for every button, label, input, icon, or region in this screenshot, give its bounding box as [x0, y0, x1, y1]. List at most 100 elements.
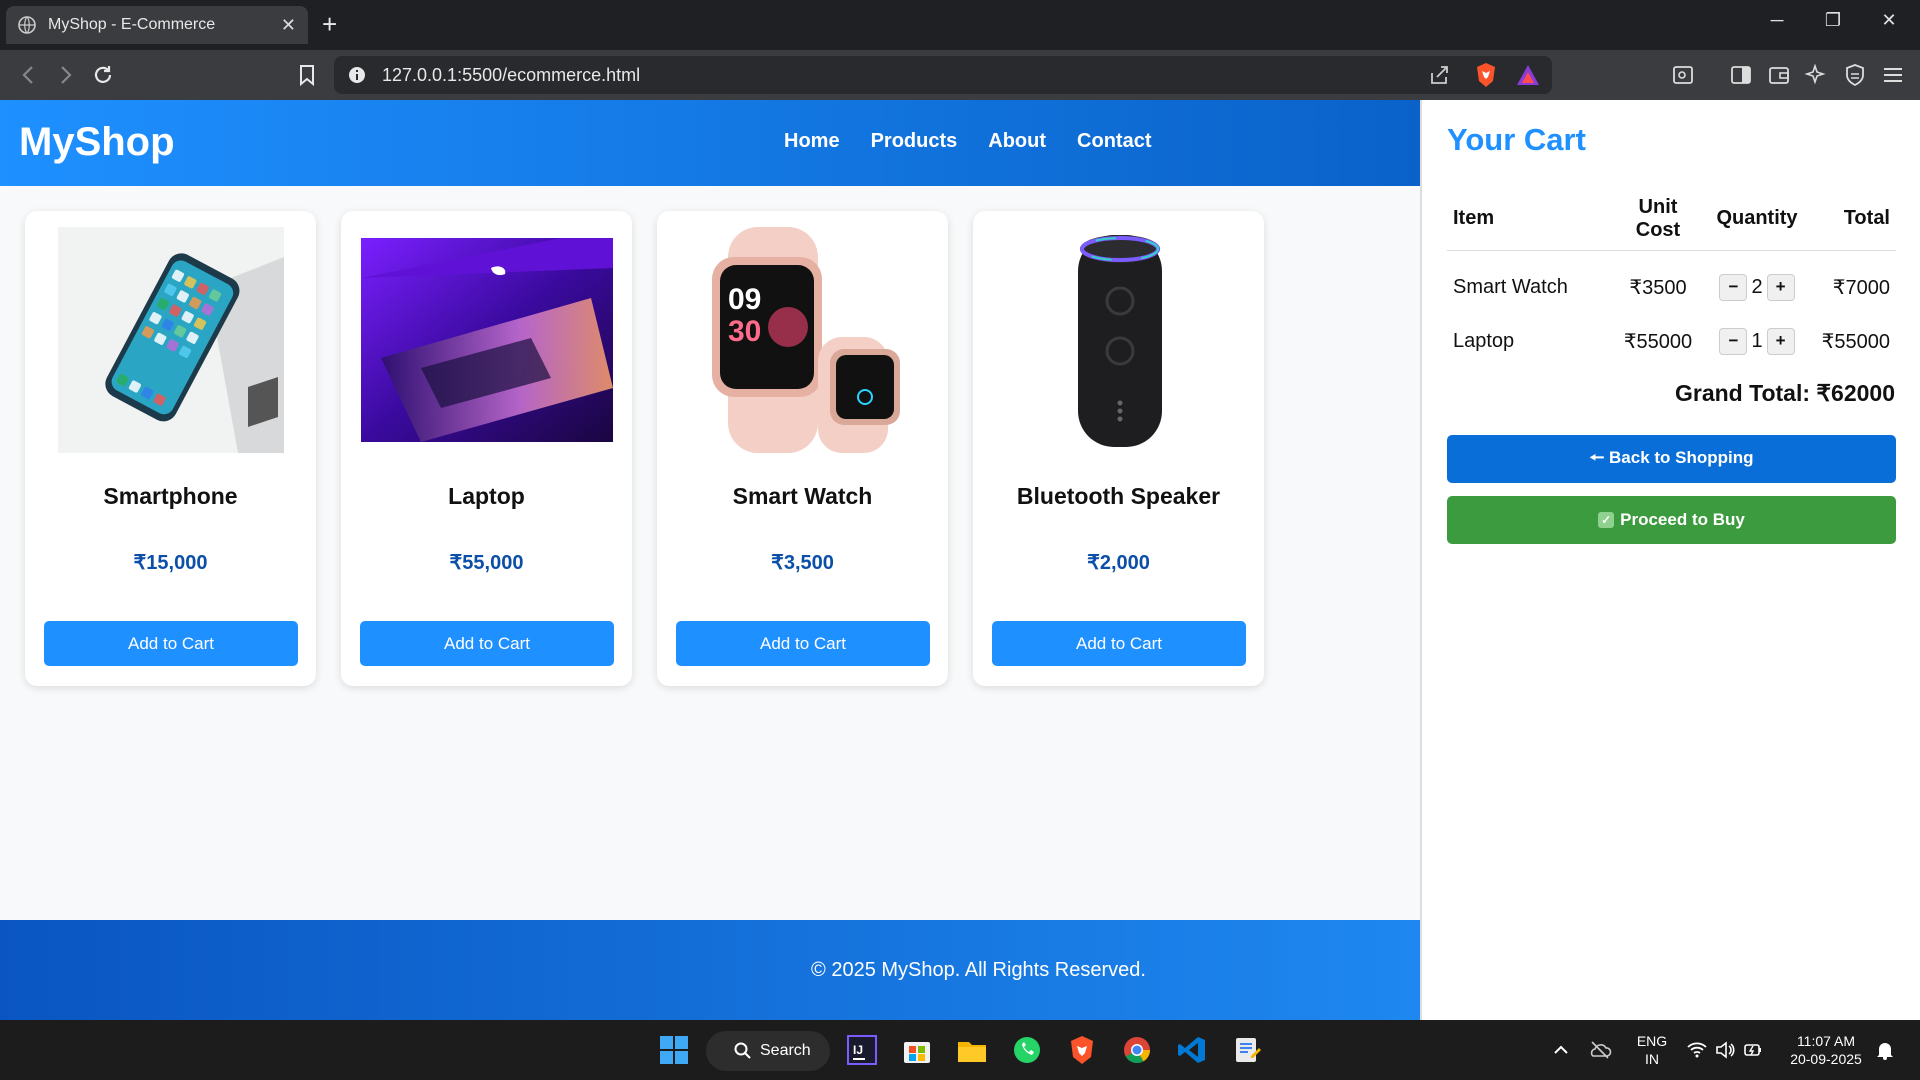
- file-explorer-icon[interactable]: [956, 1034, 988, 1066]
- bookmark-icon[interactable]: [294, 62, 320, 88]
- forward-arrow-icon[interactable]: [52, 62, 78, 88]
- language-code: ENG: [1636, 1033, 1668, 1049]
- product-price: ₹55,000: [449, 552, 524, 574]
- chrome-icon[interactable]: [1121, 1034, 1153, 1066]
- nav-products[interactable]: Products: [871, 130, 958, 153]
- brave-shields-icon[interactable]: [1474, 62, 1498, 88]
- language-indicator[interactable]: ENG IN: [1632, 1032, 1672, 1068]
- windows-start-icon[interactable]: [658, 1034, 690, 1066]
- main-nav: Home Products About Contact: [784, 130, 1151, 153]
- site-footer: © 2025 MyShop. All Rights Reserved.: [0, 920, 1420, 1020]
- chevron-up-icon[interactable]: [1550, 1039, 1572, 1061]
- onedrive-icon[interactable]: [1588, 1038, 1612, 1062]
- notification-bell-icon[interactable]: [1874, 1039, 1896, 1061]
- brave-rewards-icon[interactable]: [1516, 64, 1540, 86]
- add-to-cart-button[interactable]: Add to Cart: [44, 621, 298, 666]
- product-name: Bluetooth Speaker: [1016, 483, 1221, 509]
- cart-row: Smart Watch ₹3500 − 2 + ₹7000: [1447, 250, 1896, 314]
- minimize-button[interactable]: ─: [1762, 10, 1792, 31]
- product-price: ₹15,000: [133, 552, 208, 574]
- cart-unit-cost: ₹55000: [1623, 330, 1693, 353]
- whatsapp-icon[interactable]: [1011, 1034, 1043, 1066]
- header-unit-cost: Unit Cost: [1617, 188, 1699, 251]
- svg-text:IJ: IJ: [853, 1043, 863, 1057]
- product-name: Laptop: [448, 483, 525, 509]
- product-card: 09 30 Smart Watch ₹3,500 Add to Cart: [657, 211, 948, 686]
- new-tab-button[interactable]: +: [322, 10, 337, 38]
- wifi-icon[interactable]: [1686, 1039, 1708, 1061]
- back-arrow-icon[interactable]: [16, 62, 42, 88]
- smartwatch-image: 09 30: [677, 227, 929, 453]
- cart-quantity: − 1 +: [1699, 314, 1815, 368]
- reload-icon[interactable]: [90, 62, 116, 88]
- cart-item-name: Laptop: [1453, 329, 1515, 352]
- url-text: 127.0.0.1:5500/ecommerce.html: [382, 64, 641, 85]
- restore-button[interactable]: ❐: [1818, 10, 1848, 31]
- product-name: Smart Watch: [732, 483, 873, 509]
- leo-ai-icon[interactable]: [1804, 62, 1830, 88]
- proceed-to-buy-label: Proceed to Buy: [1620, 510, 1745, 529]
- product-card: Bluetooth Speaker ₹2,000 Add to Cart: [973, 211, 1264, 686]
- product-grid: Smartphone ₹15,000 Add to Cart Laptop ₹5…: [25, 211, 1264, 686]
- quantity-value: 1: [1751, 329, 1763, 352]
- check-icon: ✓: [1598, 512, 1615, 528]
- smartphone-image: [45, 227, 297, 453]
- nav-about[interactable]: About: [988, 130, 1046, 153]
- clock[interactable]: 11:07 AM 20-09-2025: [1780, 1032, 1872, 1068]
- quantity-value: 2: [1751, 275, 1763, 298]
- share-icon[interactable]: [1428, 63, 1452, 87]
- close-window-button[interactable]: ✕: [1874, 10, 1904, 31]
- browser-tab[interactable]: MyShop - E-Commerce ✕: [6, 6, 308, 44]
- cart-unit-cost: ₹3500: [1629, 276, 1687, 299]
- header-total: Total: [1815, 188, 1896, 251]
- sidebar-icon[interactable]: [1728, 62, 1754, 88]
- cart-title: Your Cart: [1447, 122, 1586, 157]
- site-header: MyShop Home Products About Contact: [0, 100, 1420, 186]
- site-logo[interactable]: MyShop: [19, 120, 175, 165]
- nav-home[interactable]: Home: [784, 130, 840, 153]
- taskbar-search[interactable]: Search: [706, 1031, 830, 1071]
- back-to-shopping-button[interactable]: 🠔 Back to Shopping: [1447, 435, 1896, 483]
- decrease-quantity-button[interactable]: −: [1719, 327, 1748, 355]
- menu-icon[interactable]: [1880, 62, 1906, 88]
- brave-browser-icon[interactable]: [1066, 1034, 1098, 1066]
- volume-icon[interactable]: [1714, 1039, 1736, 1061]
- battery-charging-icon[interactable]: [1742, 1039, 1764, 1061]
- clock-time: 11:07 AM: [1796, 1033, 1856, 1049]
- browser-toolbar: 127.0.0.1:5500/ecommerce.html: [0, 50, 1920, 100]
- nav-contact[interactable]: Contact: [1077, 130, 1151, 153]
- intellij-icon[interactable]: IJ: [846, 1034, 878, 1066]
- header-item: Item: [1447, 188, 1617, 251]
- cart-quantity: − 2 +: [1699, 250, 1815, 314]
- add-to-cart-button[interactable]: Add to Cart: [676, 621, 930, 666]
- footer-copyright: © 2025 MyShop. All Rights Reserved.: [811, 958, 1146, 981]
- cart-panel: Your Cart Item Unit Cost Quantity Total S…: [1420, 100, 1920, 1020]
- add-to-cart-button[interactable]: Add to Cart: [360, 621, 614, 666]
- header-quantity: Quantity: [1699, 188, 1815, 251]
- tab-close-icon[interactable]: ✕: [281, 15, 296, 36]
- address-bar[interactable]: 127.0.0.1:5500/ecommerce.html: [334, 56, 1552, 94]
- proceed-to-buy-button[interactable]: ✓ Proceed to Buy: [1447, 496, 1896, 544]
- vpn-shield-icon[interactable]: [1842, 62, 1868, 88]
- wallet-icon[interactable]: [1766, 62, 1792, 88]
- add-to-cart-button[interactable]: Add to Cart: [992, 621, 1246, 666]
- increase-quantity-button[interactable]: +: [1766, 327, 1795, 355]
- product-card: Laptop ₹55,000 Add to Cart: [341, 211, 632, 686]
- decrease-quantity-button[interactable]: −: [1719, 273, 1748, 301]
- shop-main: MyShop Home Products About Contact Smart…: [0, 100, 1420, 1020]
- info-icon[interactable]: [348, 66, 366, 84]
- region-code: IN: [1645, 1051, 1659, 1067]
- notepad-icon[interactable]: [1231, 1034, 1263, 1066]
- grand-total: Grand Total: ₹62000: [1675, 380, 1895, 406]
- product-price: ₹3,500: [771, 552, 834, 574]
- cart-line-total: ₹55000: [1821, 330, 1890, 353]
- vscode-icon[interactable]: [1176, 1034, 1208, 1066]
- speaker-image: [993, 227, 1245, 453]
- tab-title: MyShop - E-Commerce: [48, 16, 216, 33]
- cart-line-total: ₹7000: [1832, 276, 1890, 299]
- microsoft-store-icon[interactable]: [901, 1034, 933, 1066]
- reader-mode-icon[interactable]: [1670, 62, 1696, 88]
- cart-table: Item Unit Cost Quantity Total Smart Watch…: [1447, 188, 1896, 368]
- increase-quantity-button[interactable]: +: [1766, 273, 1795, 301]
- product-card: Smartphone ₹15,000 Add to Cart: [25, 211, 316, 686]
